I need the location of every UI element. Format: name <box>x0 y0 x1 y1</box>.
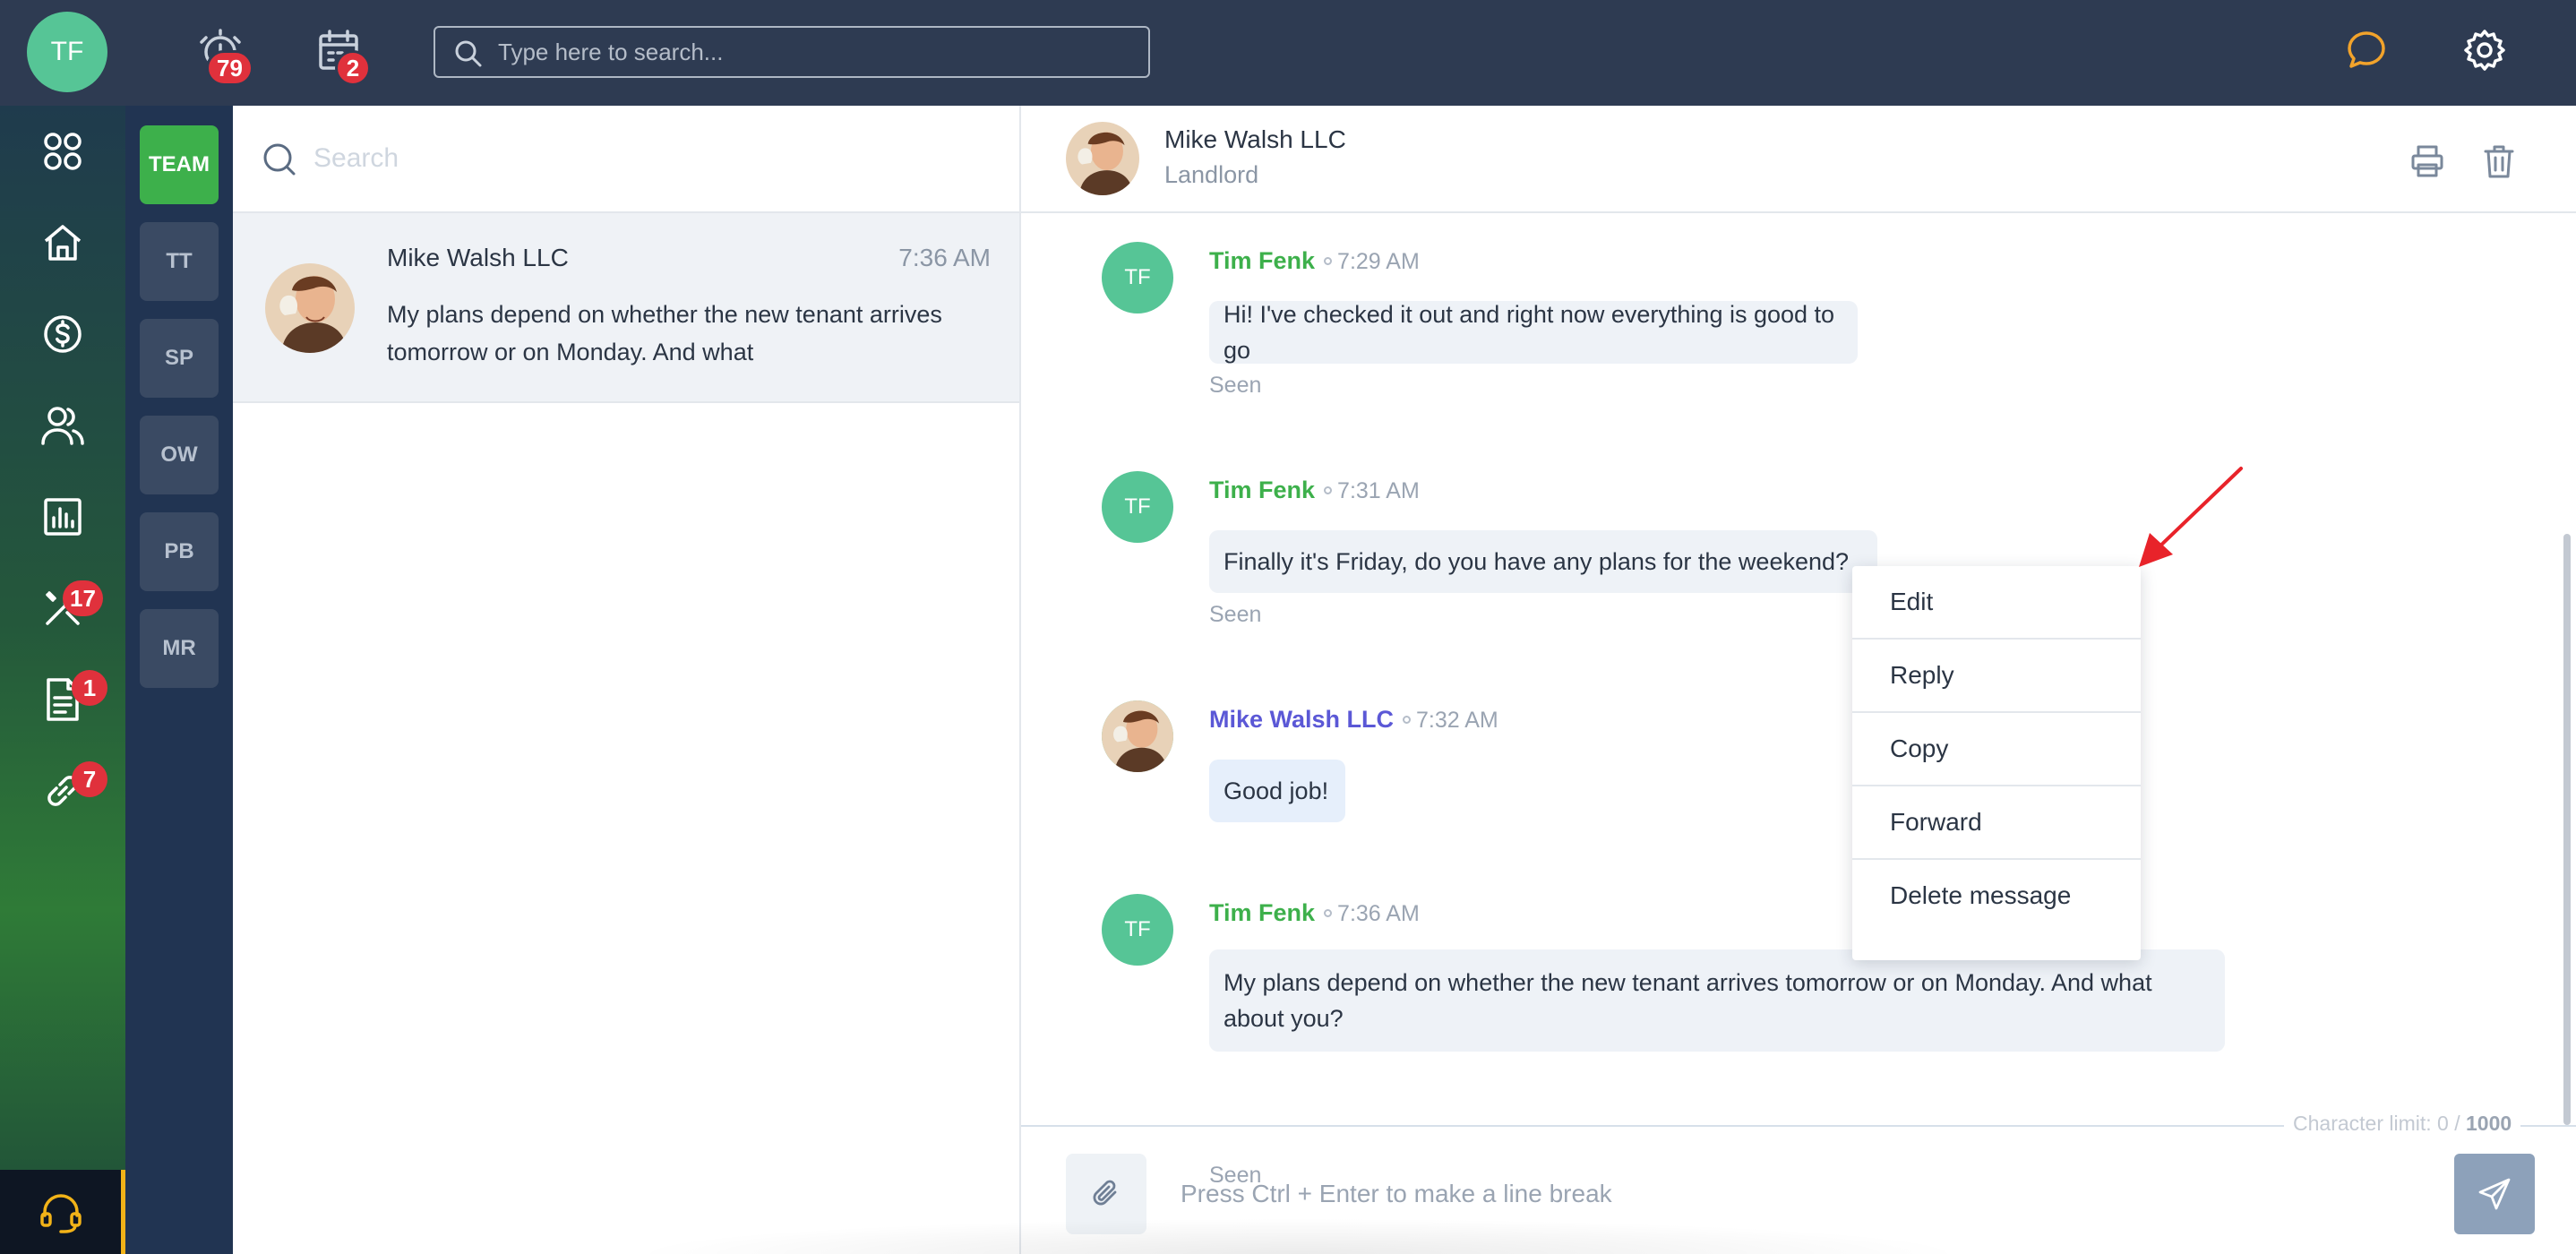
documents-badge: 1 <box>72 670 107 706</box>
message-status: Seen <box>1209 602 1262 627</box>
message-meta: Mike Walsh LLC 7:32 AM <box>1209 706 1498 734</box>
support-headset-button[interactable] <box>0 1170 125 1254</box>
paperclip-icon <box>1093 1180 1117 1206</box>
user-avatar[interactable]: TF <box>27 12 107 92</box>
team-filter-sp[interactable]: SP <box>140 319 219 398</box>
chat-header: Mike Walsh LLC Landlord <box>1021 106 2576 213</box>
sender-avatar <box>1102 700 1173 772</box>
conversation-time: 7:36 AM <box>898 244 991 271</box>
print-icon[interactable] <box>2408 142 2447 181</box>
home-icon[interactable] <box>0 197 125 288</box>
reports-chart-icon[interactable] <box>0 471 125 563</box>
contact-avatar <box>1066 122 1139 195</box>
menu-item-forward[interactable]: Forward <box>1852 786 2141 858</box>
trash-icon[interactable] <box>2479 142 2519 181</box>
search-icon <box>453 39 484 73</box>
separator-dot <box>1324 256 1333 265</box>
team-filter-ow[interactable]: OW <box>140 416 219 494</box>
message-text-line: My plans depend on whether the new tenan… <box>1224 969 2152 996</box>
menu-item-delete-message[interactable]: Delete message <box>1852 860 2141 932</box>
chat-contact-name: Mike Walsh LLC <box>1164 125 1346 153</box>
documents-icon[interactable]: 1 <box>0 654 125 745</box>
contact-avatar <box>265 263 355 353</box>
headset-icon <box>39 1194 82 1233</box>
bottom-shadow <box>627 1218 1971 1254</box>
conversation-preview: My plans depend on whether the new tenan… <box>387 301 942 365</box>
message-sender[interactable]: Tim Fenk <box>1209 899 1315 926</box>
payments-dollar-icon[interactable] <box>0 288 125 380</box>
chat-panel: Mike Walsh LLC Landlord TF Tim Fenk 7:29 … <box>1021 106 2576 1254</box>
message-time: 7:36 AM <box>1337 901 1420 926</box>
message-time: 7:32 AM <box>1416 708 1498 733</box>
maintenance-badge: 17 <box>63 580 103 616</box>
scrollbar-thumb[interactable] <box>2563 534 2571 1125</box>
send-icon <box>2478 1178 2511 1210</box>
send-button[interactable] <box>2454 1154 2535 1234</box>
chat-contact-role: Landlord <box>1164 161 1259 188</box>
menu-item-copy[interactable]: Copy <box>1852 713 2141 785</box>
message-bubble[interactable]: Hi! I've checked it out and right now ev… <box>1209 301 1858 364</box>
calendar-badge: 2 <box>335 50 371 86</box>
annotation-arrow-icon <box>2139 467 2243 567</box>
message-bubble[interactable]: Finally it's Friday, do you have any pla… <box>1209 530 1877 593</box>
message-meta: Tim Fenk 7:29 AM <box>1209 247 1420 275</box>
conversation-item[interactable]: Mike Walsh LLC 7:36 AM My plans depend o… <box>233 213 1019 403</box>
message-status: Seen <box>1209 373 1262 398</box>
links-badge: 7 <box>72 761 107 797</box>
calendar-icon[interactable]: 2 <box>312 23 371 86</box>
conversation-search-input[interactable] <box>313 143 940 174</box>
maintenance-tools-icon[interactable]: 17 <box>0 563 125 654</box>
conversation-list: Mike Walsh LLC 7:36 AM My plans depend o… <box>233 106 1021 1254</box>
global-search[interactable] <box>434 26 1150 78</box>
message-time: 7:31 AM <box>1337 478 1420 503</box>
message-input[interactable] <box>1181 1167 2327 1221</box>
message-time: 7:29 AM <box>1337 249 1420 274</box>
character-limit: Character limit: 0 / 1000 <box>2284 1112 2521 1136</box>
team-filter-tt[interactable]: TT <box>140 222 219 301</box>
sender-avatar: TF <box>1102 242 1173 314</box>
main-sidebar: 17 1 7 <box>0 106 125 1254</box>
team-filter-mr[interactable]: MR <box>140 609 219 688</box>
alarm-badge: 79 <box>206 50 253 86</box>
search-icon <box>262 142 297 182</box>
message-bubble[interactable]: My plans depend on whether the new tenan… <box>1209 949 2225 1052</box>
menu-item-edit[interactable]: Edit <box>1852 566 2141 638</box>
chat-bubble-icon[interactable] <box>2340 23 2393 77</box>
conversation-search[interactable] <box>233 106 1019 213</box>
top-bar: TF 79 2 <box>0 0 2576 106</box>
dashboard-apps-icon[interactable] <box>0 106 125 197</box>
sender-avatar: TF <box>1102 894 1173 966</box>
menu-item-reply[interactable]: Reply <box>1852 640 2141 711</box>
message-sender[interactable]: Tim Fenk <box>1209 247 1315 274</box>
character-limit-label: Character limit: 0 / <box>2293 1112 2466 1135</box>
message-text-line: about you? <box>1224 1005 1344 1032</box>
separator-dot <box>1324 485 1333 494</box>
message-sender[interactable]: Mike Walsh LLC <box>1209 706 1394 733</box>
separator-dot <box>1324 908 1333 917</box>
links-chain-icon[interactable]: 7 <box>0 745 125 837</box>
team-filter-team[interactable]: TEAM <box>140 125 219 204</box>
global-search-input[interactable] <box>498 38 1148 66</box>
message-meta: Tim Fenk 7:36 AM <box>1209 899 1420 927</box>
character-limit-max: 1000 <box>2466 1112 2512 1135</box>
separator-dot <box>1403 715 1412 724</box>
message-bubble[interactable]: Good job! <box>1209 760 1345 822</box>
team-filter-pb[interactable]: PB <box>140 512 219 591</box>
sender-avatar: TF <box>1102 471 1173 543</box>
message-sender[interactable]: Tim Fenk <box>1209 477 1315 503</box>
contacts-people-icon[interactable] <box>0 380 125 471</box>
team-filter-column: TEAM TT SP OW PB MR <box>125 106 233 1254</box>
conversation-name: Mike Walsh LLC <box>387 244 569 271</box>
settings-gear-icon[interactable] <box>2458 23 2512 77</box>
alarm-icon[interactable]: 79 <box>193 23 253 86</box>
message-context-menu: Edit Reply Copy Forward Delete message <box>1852 566 2141 960</box>
message-meta: Tim Fenk 7:31 AM <box>1209 477 1420 504</box>
